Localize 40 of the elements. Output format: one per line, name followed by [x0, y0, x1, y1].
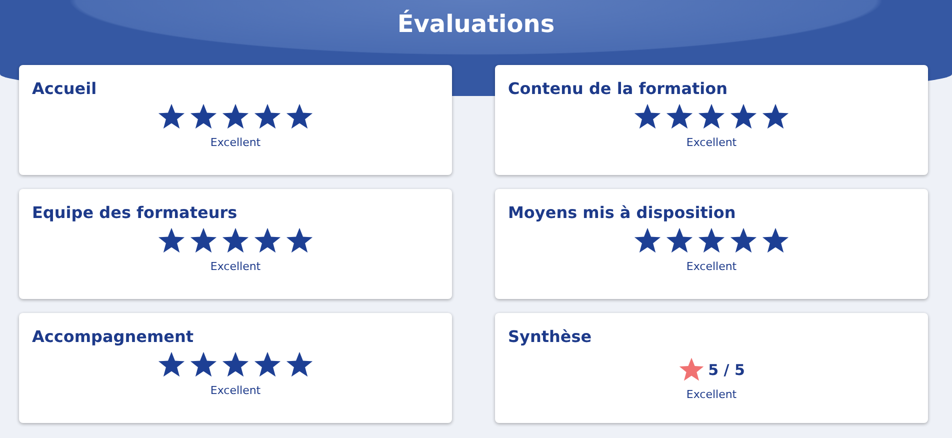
star-icon: [633, 102, 662, 131]
star-icon: [253, 226, 282, 255]
star-icon: [761, 226, 790, 255]
card-title: Accueil: [32, 79, 97, 98]
rating-label: Excellent: [210, 136, 261, 149]
star-icon: [253, 102, 282, 131]
star-icon: [697, 102, 726, 131]
star-icon: [633, 226, 662, 255]
star-icon: [697, 226, 726, 255]
star-icon: [761, 102, 790, 131]
card-title: Equipe des formateurs: [32, 203, 238, 222]
star-icon: [221, 102, 250, 131]
star-icon: [678, 356, 706, 383]
star-icon: [189, 226, 218, 255]
score-value: 5 / 5: [708, 360, 745, 378]
star-icon: [665, 102, 694, 131]
star-icon: [729, 226, 758, 255]
rating-label: Excellent: [686, 136, 737, 149]
star-icon: [665, 226, 694, 255]
star-icon: [729, 102, 758, 131]
rating-label: Excellent: [210, 384, 261, 397]
star-icon: [285, 102, 314, 131]
star-icon: [221, 350, 250, 379]
rating-label: Excellent: [686, 260, 737, 273]
star-icon: [189, 350, 218, 379]
star-icon: [157, 350, 186, 379]
star-icon: [157, 226, 186, 255]
star-icon: [157, 102, 186, 131]
star-icon: [253, 350, 282, 379]
card-title: Contenu de la formation: [508, 79, 728, 98]
card-title: Accompagnement: [32, 327, 194, 346]
page-title: Évaluations: [397, 10, 555, 39]
star-icon: [221, 226, 250, 255]
star-icon: [285, 350, 314, 379]
rating-label: Excellent: [210, 260, 261, 273]
star-icon: [285, 226, 314, 255]
rating-label: Excellent: [686, 388, 737, 401]
star-icon: [189, 102, 218, 131]
card-title: Moyens mis à disposition: [508, 203, 736, 222]
card-title: Synthèse: [508, 327, 592, 346]
